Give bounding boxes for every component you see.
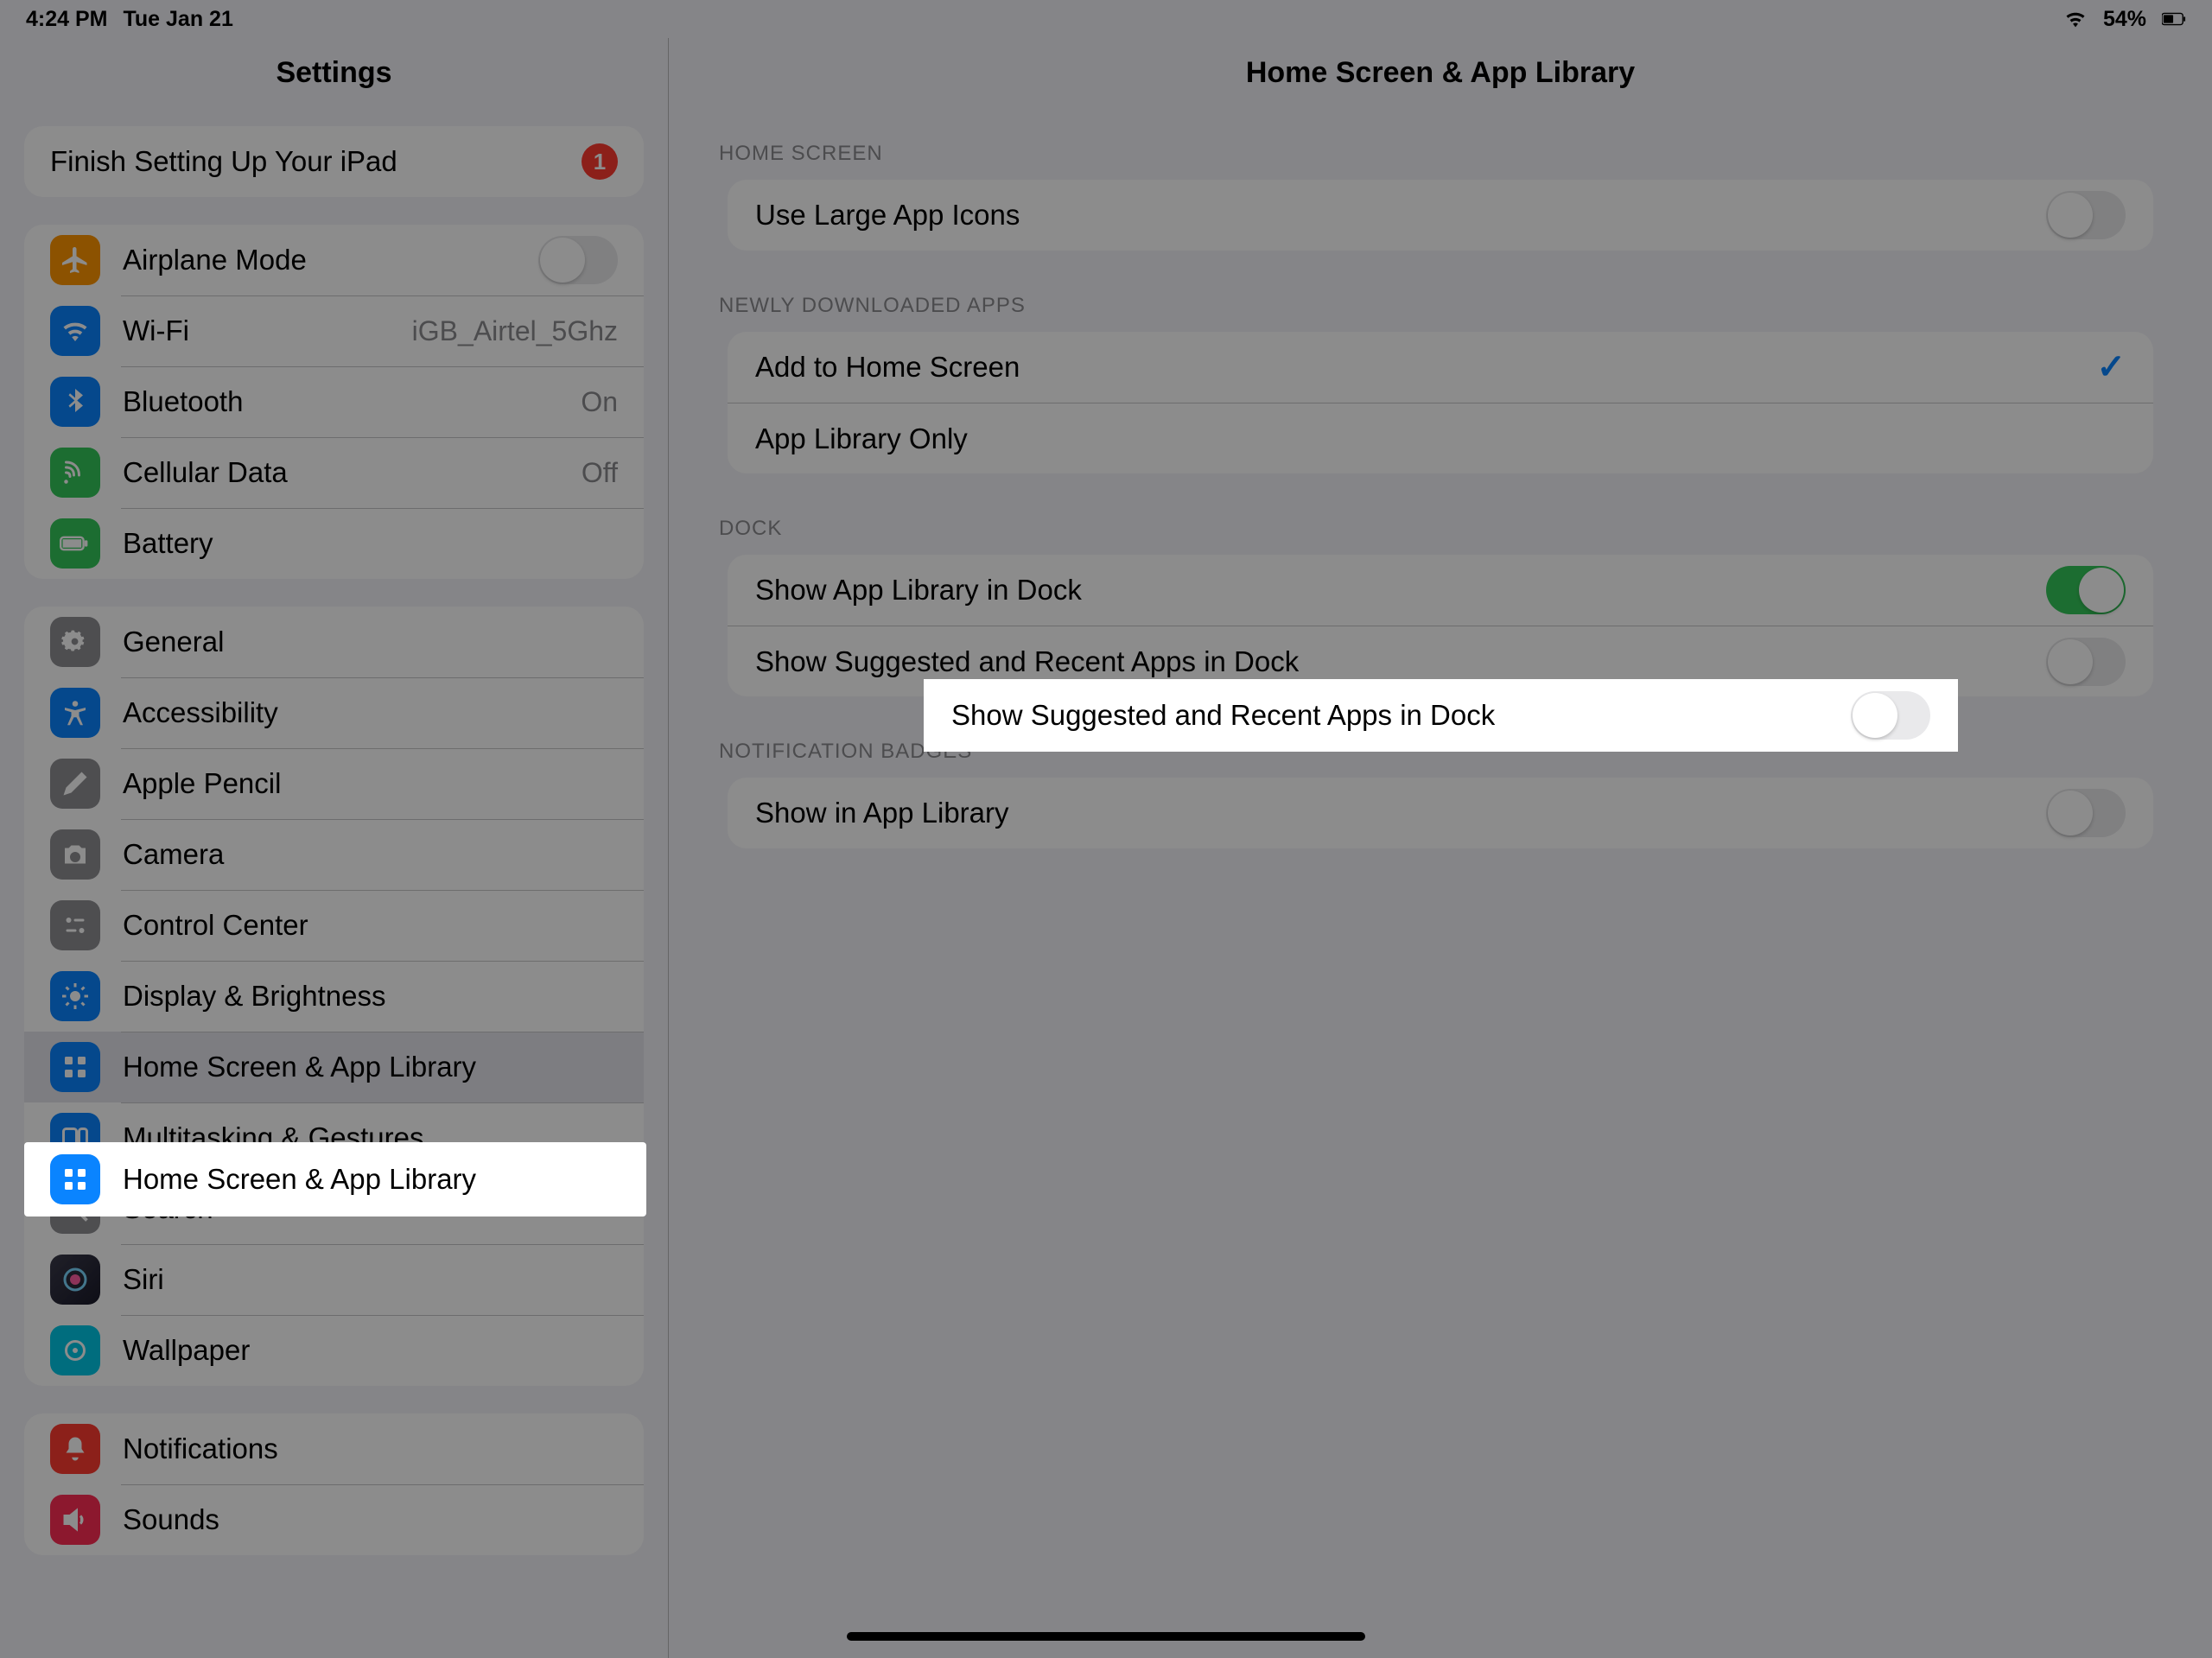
accessibility-icon <box>50 688 100 738</box>
siri-icon <box>50 1255 100 1305</box>
sidebar-item-label: Accessibility <box>123 696 618 729</box>
airplane-icon <box>50 235 100 285</box>
home-screen-icon <box>50 1042 100 1092</box>
wifi-status-icon <box>2063 7 2088 31</box>
status-bar: 4:24 PM Tue Jan 21 54% <box>0 0 2212 38</box>
highlight-sidebar-home-screen: Home Screen & App Library <box>24 1142 646 1217</box>
sidebar-item-label: Wallpaper <box>123 1334 618 1367</box>
newly-downloaded-group: Add to Home Screen ✓ App Library Only <box>728 332 2153 473</box>
airplane-toggle[interactable] <box>538 236 618 284</box>
sidebar-item-label: Control Center <box>123 909 618 942</box>
row-show-app-library-in-dock[interactable]: Show App Library in Dock <box>728 555 2153 626</box>
sidebar-item-battery[interactable]: Battery <box>24 508 644 579</box>
large-icons-toggle[interactable] <box>2046 191 2126 239</box>
home-screen-group: Use Large App Icons <box>728 180 2153 251</box>
highlight-label: Show Suggested and Recent Apps in Dock <box>951 699 1851 732</box>
notification-badges-group: Show in App Library <box>728 778 2153 848</box>
sidebar-item-label: Camera <box>123 838 618 871</box>
sidebar-item-label: Siri <box>123 1263 618 1296</box>
control-center-icon <box>50 900 100 950</box>
section-header-dock: DOCK <box>719 517 2162 541</box>
row-add-to-home-screen[interactable]: Add to Home Screen ✓ <box>728 332 2153 403</box>
sidebar-item-pencil[interactable]: Apple Pencil <box>24 748 644 819</box>
sidebar-item-finish-setup[interactable]: Finish Setting Up Your iPad 1 <box>24 126 644 197</box>
battery-percent: 54% <box>2103 7 2146 32</box>
home-indicator[interactable] <box>847 1632 1365 1641</box>
settings-sidebar: Settings Finish Setting Up Your iPad 1 A… <box>0 38 669 1658</box>
speaker-icon <box>50 1495 100 1545</box>
sidebar-item-camera[interactable]: Camera <box>24 819 644 890</box>
row-large-app-icons[interactable]: Use Large App Icons <box>728 180 2153 251</box>
sidebar-item-label: Battery <box>123 527 618 560</box>
row-label: Show Suggested and Recent Apps in Dock <box>755 645 2046 678</box>
sidebar-item-label: Apple Pencil <box>123 767 618 800</box>
sidebar-item-general[interactable]: General <box>24 607 644 677</box>
sidebar-item-label: Finish Setting Up Your iPad <box>50 145 582 178</box>
row-label: Use Large App Icons <box>755 199 2046 232</box>
show-suggested-toggle-highlight[interactable] <box>1851 691 1930 740</box>
sidebar-item-airplane-mode[interactable]: Airplane Mode <box>24 225 644 295</box>
sidebar-item-control-center[interactable]: Control Center <box>24 890 644 961</box>
camera-icon <box>50 829 100 880</box>
sidebar-item-accessibility[interactable]: Accessibility <box>24 677 644 748</box>
sidebar-item-sounds[interactable]: Sounds <box>24 1484 644 1555</box>
show-in-app-library-toggle[interactable] <box>2046 789 2126 837</box>
gear-icon <box>50 617 100 667</box>
highlight-show-suggested-row: Show Suggested and Recent Apps in Dock <box>924 679 1958 752</box>
setup-group: Finish Setting Up Your iPad 1 <box>24 126 644 197</box>
bell-icon <box>50 1424 100 1474</box>
sidebar-item-wifi[interactable]: Wi-Fi iGB_Airtel_5Ghz <box>24 295 644 366</box>
detail-title: Home Screen & App Library <box>669 38 2212 107</box>
sidebar-item-bluetooth[interactable]: Bluetooth On <box>24 366 644 437</box>
checkmark-icon: ✓ <box>2096 347 2126 387</box>
show-suggested-toggle[interactable] <box>2046 638 2126 686</box>
brightness-icon <box>50 971 100 1021</box>
connectivity-group: Airplane Mode Wi-Fi iGB_Airtel_5Ghz Blue… <box>24 225 644 579</box>
battery-settings-icon <box>50 518 100 569</box>
section-header-home-screen: HOME SCREEN <box>719 142 2162 166</box>
dock-group: Show App Library in Dock Show Suggested … <box>728 555 2153 696</box>
row-label: App Library Only <box>755 422 2126 455</box>
sidebar-item-label: Cellular Data <box>123 456 582 489</box>
sidebar-item-display[interactable]: Display & Brightness <box>24 961 644 1032</box>
sidebar-item-label: Display & Brightness <box>123 980 618 1013</box>
sidebar-item-label: Home Screen & App Library <box>123 1051 618 1083</box>
bluetooth-icon <box>50 377 100 427</box>
sidebar-item-label: Notifications <box>123 1432 618 1465</box>
sidebar-item-wallpaper[interactable]: Wallpaper <box>24 1315 644 1386</box>
section-header-newly-downloaded: NEWLY DOWNLOADED APPS <box>719 294 2162 318</box>
row-app-library-only[interactable]: App Library Only <box>728 403 2153 473</box>
status-time: 4:24 PM <box>26 7 107 32</box>
sidebar-item-label: Bluetooth <box>123 385 581 418</box>
detail-pane: Home Screen & App Library HOME SCREEN Us… <box>669 38 2212 1658</box>
cellular-icon <box>50 448 100 498</box>
pencil-icon <box>50 759 100 809</box>
status-date: Tue Jan 21 <box>123 7 232 32</box>
row-label: Add to Home Screen <box>755 351 2096 384</box>
cellular-value: Off <box>582 457 618 489</box>
sidebar-item-home-screen[interactable]: Home Screen & App Library <box>24 1032 644 1102</box>
system-group: Notifications Sounds <box>24 1413 644 1555</box>
sidebar-title: Settings <box>0 38 668 107</box>
sidebar-item-siri[interactable]: Siri <box>24 1244 644 1315</box>
battery-icon <box>2162 7 2186 31</box>
row-label: Show App Library in Dock <box>755 574 2046 607</box>
highlight-label: Home Screen & App Library <box>123 1163 476 1195</box>
sidebar-item-cellular[interactable]: Cellular Data Off <box>24 437 644 508</box>
sidebar-item-label: Sounds <box>123 1503 618 1536</box>
sidebar-item-label: General <box>123 626 618 658</box>
wifi-value: iGB_Airtel_5Ghz <box>412 315 618 347</box>
wallpaper-icon <box>50 1325 100 1375</box>
sidebar-item-label: Wi-Fi <box>123 314 412 347</box>
setup-badge: 1 <box>582 143 618 180</box>
general-group: General Accessibility Apple Pencil Camer… <box>24 607 644 1386</box>
row-show-in-app-library[interactable]: Show in App Library <box>728 778 2153 848</box>
sidebar-item-label: Airplane Mode <box>123 244 538 276</box>
bluetooth-value: On <box>581 386 618 418</box>
row-label: Show in App Library <box>755 797 2046 829</box>
sidebar-item-notifications[interactable]: Notifications <box>24 1413 644 1484</box>
wifi-icon <box>50 306 100 356</box>
show-app-library-toggle[interactable] <box>2046 566 2126 614</box>
home-screen-icon <box>50 1154 100 1204</box>
